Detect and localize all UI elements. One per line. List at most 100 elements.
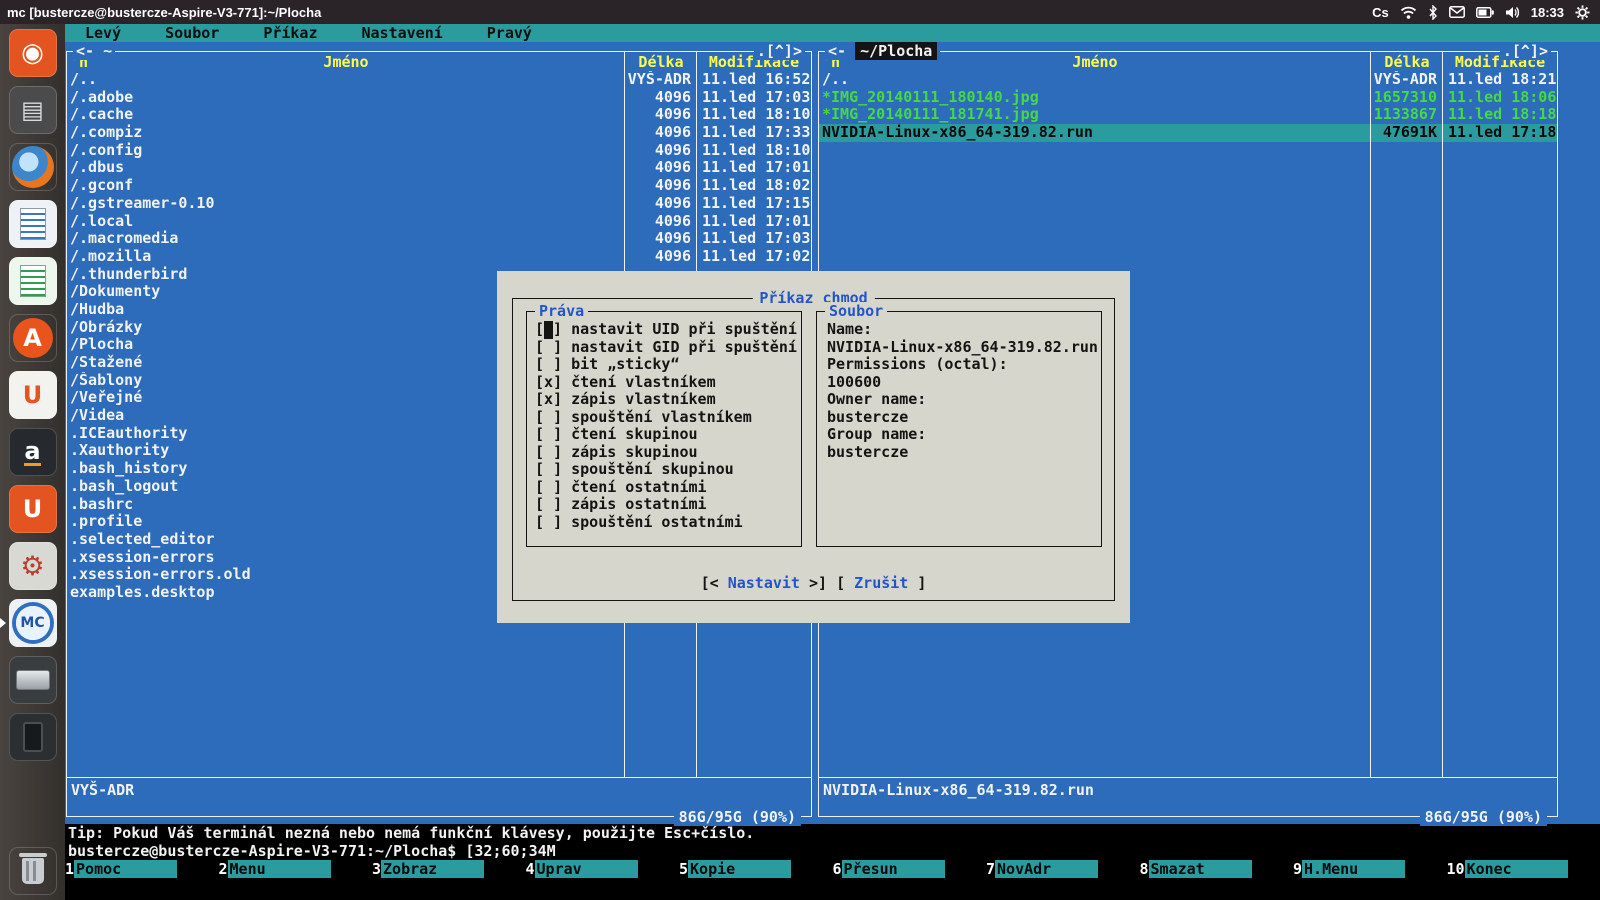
chmod-dialog-frame: Příkaz chmod Práva [ ] nastavit UID při …	[512, 298, 1115, 601]
bluetooth-icon[interactable]	[1428, 5, 1438, 20]
menu-right[interactable]: Pravý	[487, 24, 532, 42]
file-row[interactable]: /.gconf409611.led 18:02	[67, 177, 811, 195]
file-row[interactable]: /.config409611.led 18:10	[67, 142, 811, 160]
fkey-label: Přesun	[842, 860, 945, 878]
fkey-2-button[interactable]: 2Menu	[219, 860, 373, 878]
file-row[interactable]: /.mozilla409611.led 17:02	[67, 248, 811, 266]
launcher-firefox[interactable]	[9, 143, 57, 191]
volume-icon[interactable]	[1505, 6, 1520, 19]
chmod-checkbox[interactable]: [ ] nastavit GID při spuštění	[527, 339, 801, 357]
cancel-button[interactable]: [ Zrušit ]	[836, 574, 926, 592]
file-name: *IMG_20140111_181741.jpg	[819, 106, 1371, 124]
chmod-checkbox[interactable]: [x] zápis vlastníkem	[527, 391, 801, 409]
left-panel-corner-buttons[interactable]: .[^]>	[754, 42, 805, 60]
file-row[interactable]: /.macromedia409611.led 17:03	[67, 230, 811, 248]
set-button[interactable]: [< Nastavit >]	[701, 574, 827, 592]
launcher-system-settings[interactable]: ⚙	[9, 542, 57, 590]
file-row-selected[interactable]: NVIDIA-Linux-x86_64-319.82.run47691K11.l…	[819, 124, 1557, 142]
fkey-label: NovAdr	[995, 860, 1098, 878]
chmod-checkbox[interactable]: [ ] zápis ostatními	[527, 496, 801, 514]
fkey-1-button[interactable]: 1Pomoc	[65, 860, 219, 878]
fkey-4-button[interactable]: 4Uprav	[526, 860, 680, 878]
launcher-software-center[interactable]: A	[9, 314, 57, 362]
left-panel-path[interactable]: <- ~	[73, 42, 115, 60]
fkey-3-button[interactable]: 3Zobraz	[372, 860, 526, 878]
menu-left[interactable]: Levý	[85, 24, 121, 42]
file-name: /.config	[67, 142, 625, 160]
session-gear-icon[interactable]	[1575, 5, 1590, 20]
menu-command[interactable]: Příkaz	[263, 24, 317, 42]
file-row[interactable]: /.gstreamer-0.10409611.led 17:15	[67, 195, 811, 213]
wifi-icon[interactable]	[1400, 6, 1417, 19]
ministatus-separator	[67, 777, 811, 778]
fkey-9-button[interactable]: 9H.Menu	[1293, 860, 1447, 878]
launcher-libreoffice-calc[interactable]	[9, 257, 57, 305]
fkey-6-button[interactable]: 6Přesun	[833, 860, 987, 878]
terminal-padding	[65, 878, 1600, 900]
fkey-8-button[interactable]: 8Smazat	[1140, 860, 1294, 878]
file-size: 4096	[625, 159, 697, 177]
file-row[interactable]: /..VYŠ-ADR11.led 18:21	[819, 71, 1557, 89]
file-size: 4096	[625, 124, 697, 142]
launcher-ubuntu-one-icon: U	[23, 383, 43, 407]
menu-file[interactable]: Soubor	[165, 24, 219, 42]
clock[interactable]: 18:33	[1531, 5, 1564, 20]
right-panel-path[interactable]: <- ~/Plocha	[825, 42, 940, 60]
file-row[interactable]: *IMG_20140111_181741.jpg113386711.led 18…	[819, 106, 1557, 124]
chmod-checkbox[interactable]: [ ] čtení ostatními	[527, 479, 801, 497]
launcher-midnight-commander[interactable]: MC	[9, 599, 57, 647]
launcher-amazon-icon: a	[24, 439, 40, 466]
launcher-amazon[interactable]: a	[9, 428, 57, 476]
launcher-ubuntu-one[interactable]: U	[9, 371, 57, 419]
file-name: /..	[67, 71, 625, 89]
panel-history-arrow[interactable]: <-	[828, 42, 846, 60]
chmod-checkbox[interactable]: [ ] spouštění vlastníkem	[527, 409, 801, 427]
file-row[interactable]: *IMG_20140111_180140.jpg165731011.led 18…	[819, 89, 1557, 107]
file-name: NVIDIA-Linux-x86_64-319.82.run	[819, 124, 1371, 142]
file-modified: 11.led 18:10	[697, 106, 811, 124]
launcher-ubuntu-dash[interactable]: ◉	[9, 29, 57, 77]
launcher-device[interactable]	[9, 713, 57, 761]
function-key-bar: 1Pomoc2Menu3Zobraz4Uprav5Kopie6Přesun7No…	[65, 860, 1600, 878]
keyboard-layout-indicator[interactable]: Cs	[1372, 5, 1389, 20]
file-row[interactable]: /.cache409611.led 18:10	[67, 106, 811, 124]
launcher-libreoffice-writer[interactable]	[9, 200, 57, 248]
command-line[interactable]: bustercze@bustercze-Aspire-V3-771:~/Ploc…	[65, 842, 1600, 860]
launcher-trash[interactable]	[9, 847, 57, 895]
file-row[interactable]: /.adobe409611.led 17:03	[67, 89, 811, 107]
file-name: /.local	[67, 213, 625, 231]
file-row[interactable]: /..VYŠ-ADR11.led 16:52	[67, 71, 811, 89]
chmod-checkbox[interactable]: [ ] bit „sticky“	[527, 356, 801, 374]
file-info-line: bustercze	[827, 444, 1101, 462]
chmod-checkbox[interactable]: [ ] spouštění ostatními	[527, 514, 801, 532]
launcher-disk[interactable]	[9, 656, 57, 704]
file-size: VYŠ-ADR	[625, 71, 697, 89]
chmod-checkbox[interactable]: [ ] zápis skupinou	[527, 444, 801, 462]
mail-icon[interactable]	[1449, 6, 1465, 18]
file-size: 4096	[625, 106, 697, 124]
launcher-ubuntu-one-music-icon: U	[23, 497, 43, 521]
column-header-name[interactable]: Jméno	[67, 53, 625, 71]
chmod-checkbox[interactable]: [ ] nastavit UID při spuštění	[527, 321, 801, 339]
fkey-5-button[interactable]: 5Kopie	[679, 860, 833, 878]
fkey-number: 2	[219, 860, 228, 878]
fkey-label: Uprav	[535, 860, 638, 878]
chmod-checkbox[interactable]: [ ] spouštění skupinou	[527, 461, 801, 479]
file-row[interactable]: /.dbus409611.led 17:01	[67, 159, 811, 177]
file-row[interactable]: /.compiz409611.led 17:33	[67, 124, 811, 142]
fkey-10-button[interactable]: 10Konec	[1447, 860, 1600, 878]
chmod-dialog: Příkaz chmod Práva [ ] nastavit UID při …	[497, 271, 1130, 623]
file-row[interactable]: /.local409611.led 17:01	[67, 213, 811, 231]
column-header-size[interactable]: Délka	[1371, 53, 1443, 71]
right-panel-corner-buttons[interactable]: .[^]>	[1500, 42, 1551, 60]
launcher-files[interactable]: ▤	[9, 86, 57, 134]
fkey-7-button[interactable]: 7NovAdr	[986, 860, 1140, 878]
file-name: /.gstreamer-0.10	[67, 195, 625, 213]
launcher-ubuntu-one-music[interactable]: U	[9, 485, 57, 533]
chmod-checkbox[interactable]: [ ] čtení skupinou	[527, 426, 801, 444]
menu-options[interactable]: Nastavení	[362, 24, 443, 42]
column-header-size[interactable]: Délka	[625, 53, 697, 71]
battery-icon[interactable]	[1476, 7, 1494, 18]
chmod-checkbox[interactable]: [x] čtení vlastníkem	[527, 374, 801, 392]
ministatus-separator	[819, 777, 1557, 778]
